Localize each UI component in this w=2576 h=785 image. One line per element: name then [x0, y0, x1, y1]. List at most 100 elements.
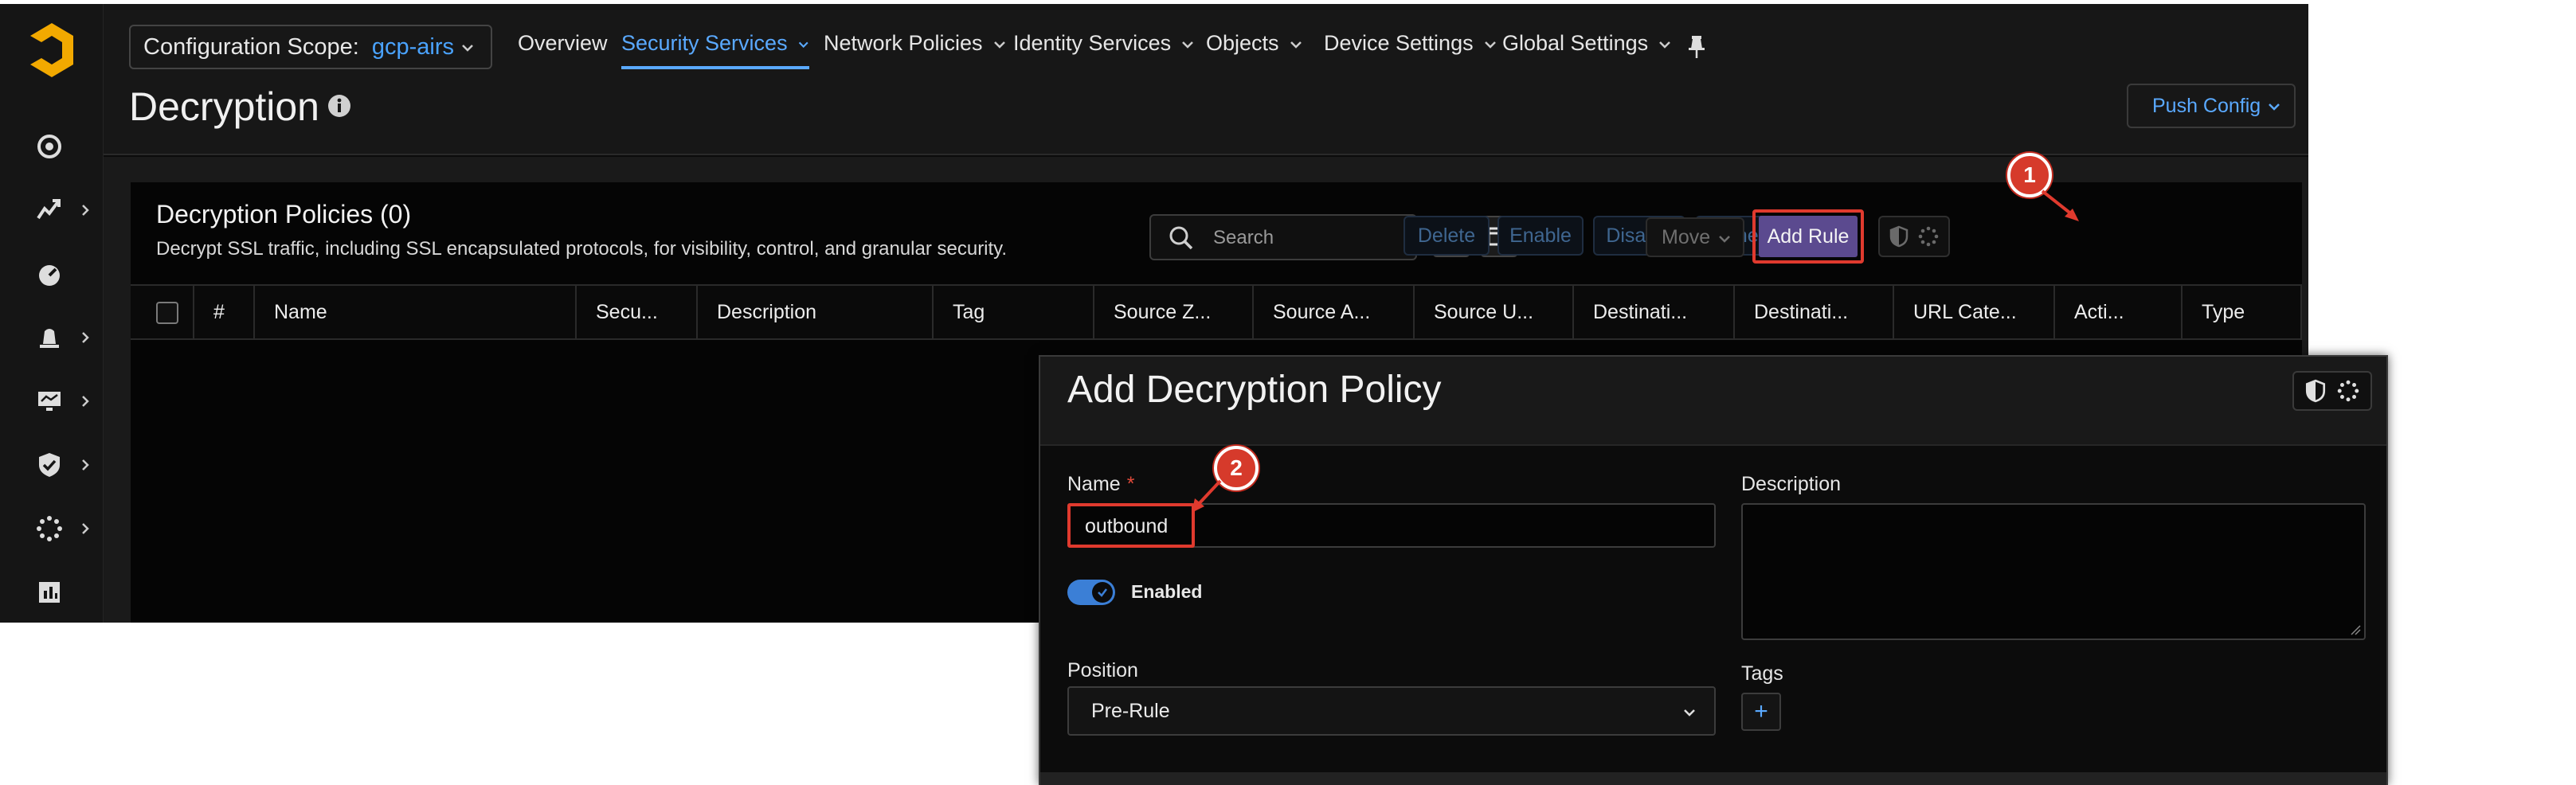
push-config-button[interactable]: Push Config [2127, 84, 2296, 128]
sidebar-item-monitor[interactable] [0, 378, 104, 424]
chevron-down-icon [1484, 41, 1496, 49]
scope-value: gcp-airs [371, 33, 454, 60]
table-header-cell[interactable]: Tag [934, 286, 1094, 338]
table-header-cell[interactable]: Name [255, 286, 577, 338]
nav-objects-label: Objects [1206, 31, 1279, 55]
delete-button[interactable]: Delete [1403, 216, 1490, 256]
sidebar-item-dashboards[interactable] [0, 251, 104, 297]
add-tag-button[interactable]: + [1741, 693, 1781, 731]
shield-half-icon [1889, 225, 1909, 248]
table-header-cell[interactable]: Description [698, 286, 934, 338]
move-button[interactable]: Move [1646, 217, 1744, 257]
chevron-down-icon [1719, 236, 1730, 243]
chevron-down-icon [993, 41, 1005, 49]
page-title: Decryption [129, 84, 319, 129]
info-icon[interactable] [327, 93, 352, 119]
top-bar: Configuration Scope: gcp-airs Overview S… [104, 4, 2308, 155]
chevron-right-icon [82, 332, 89, 343]
enabled-label: Enabled [1131, 581, 1203, 602]
table-header-cell[interactable]: Secu... [577, 286, 698, 338]
position-select[interactable]: Pre-Rule [1067, 686, 1716, 736]
sidebar [0, 4, 104, 623]
resize-grip-icon[interactable] [2350, 624, 2361, 635]
chevron-right-icon [82, 459, 89, 471]
sidebar-item-manage[interactable] [0, 442, 104, 488]
table-header-cell[interactable]: Source A... [1254, 286, 1415, 338]
configuration-scope-select[interactable]: Configuration Scope: gcp-airs [129, 25, 492, 69]
table-header: # Name Secu... Description Tag Source Z... Sou… [131, 284, 2302, 340]
table-header-cell[interactable]: # [194, 286, 255, 338]
nav-identity-services-label: Identity Services [1013, 31, 1172, 55]
check-icon [1098, 588, 1107, 597]
nav-identity-services[interactable]: Identity Services [1013, 31, 1195, 69]
nav-global-settings-label: Global Settings [1502, 31, 1649, 55]
nav-security-services-label: Security Services [621, 31, 788, 55]
enabled-toggle[interactable] [1067, 580, 1115, 605]
dialog-header: Add Decryption Policy [1040, 357, 2386, 446]
toggle-knob [1092, 582, 1113, 603]
chevron-down-icon [1290, 41, 1302, 49]
nav-overview[interactable]: Overview [518, 31, 608, 69]
dialog-footer-edge [1040, 772, 2386, 785]
name-label: Name * [1067, 473, 1134, 496]
settings-dots-icon [37, 516, 62, 541]
nav-objects[interactable]: Objects [1206, 31, 1303, 69]
move-label: Move [1662, 225, 1711, 248]
annotation-arrow-1 [2041, 189, 2079, 221]
position-label: Position [1067, 659, 1138, 682]
sidebar-item-command-center[interactable] [0, 123, 104, 170]
monitor-icon [38, 392, 61, 411]
table-header-cell[interactable]: Acti... [2055, 286, 2183, 338]
panel-title: Decryption Policies (0) [156, 200, 412, 228]
nav-network-policies-label: Network Policies [824, 31, 983, 55]
loading-dots-icon [2337, 380, 2359, 402]
search-input[interactable] [1213, 224, 1404, 252]
dialog-title: Add Decryption Policy [1067, 369, 1442, 411]
add-rule-highlight [1752, 209, 1864, 264]
table-header-cell[interactable]: Destinati... [1574, 286, 1735, 338]
description-label: Description [1741, 473, 1842, 495]
table-header-cell[interactable]: Source U... [1415, 286, 1574, 338]
search-field[interactable] [1149, 214, 1417, 260]
chevron-down-icon [2269, 103, 2280, 111]
sidebar-item-activity[interactable] [0, 187, 104, 233]
shield-check-icon [39, 453, 60, 477]
panel-mode-toggle[interactable] [1878, 216, 1950, 257]
table-header-cell[interactable]: Type [2183, 286, 2302, 338]
screenshot-stage: Configuration Scope: gcp-airs Overview S… [0, 0, 2576, 785]
brand-logo-icon[interactable] [27, 21, 76, 79]
chevron-right-icon [82, 396, 89, 407]
nav-global-settings[interactable]: Global Settings [1502, 31, 1672, 69]
chevron-right-icon [82, 205, 89, 216]
name-label-text: Name [1067, 473, 1121, 495]
description-textarea[interactable] [1741, 503, 2366, 640]
alert-icon [40, 329, 59, 348]
chevron-down-icon [798, 41, 808, 49]
chevron-right-icon [82, 523, 89, 534]
annotation-arrow-2 [1192, 479, 1222, 513]
add-decryption-policy-dialog: Add Decryption Policy Name* Enabled Positio… [1039, 355, 2388, 785]
table-header-cell[interactable]: Source Z... [1094, 286, 1254, 338]
pin-icon[interactable] [1685, 34, 1708, 60]
sidebar-item-reports[interactable] [0, 569, 104, 615]
nav-device-settings[interactable]: Device Settings [1324, 31, 1497, 69]
table-header-cell[interactable]: Destinati... [1735, 286, 1894, 338]
chevron-down-icon [1182, 41, 1193, 49]
tags-label: Tags [1741, 662, 1783, 685]
position-value: Pre-Rule [1091, 699, 1170, 722]
dialog-mode-toggle[interactable] [2292, 371, 2372, 411]
loading-dots-icon [1918, 226, 1939, 247]
sidebar-item-settings[interactable] [0, 506, 104, 552]
nav-overview-label: Overview [518, 31, 608, 55]
target-icon [37, 135, 61, 158]
nav-security-services[interactable]: Security Services [621, 31, 809, 69]
name-field-highlight [1067, 503, 1195, 548]
enable-button[interactable]: Enable [1497, 216, 1584, 256]
chevron-down-icon [1684, 709, 1695, 717]
select-all-checkbox[interactable] [156, 302, 178, 324]
sidebar-item-incidents[interactable] [0, 314, 104, 361]
activity-icon [37, 199, 61, 220]
panel-subtitle: Decrypt SSL traffic, including SSL encap… [156, 238, 1008, 260]
nav-network-policies[interactable]: Network Policies [824, 31, 1007, 69]
table-header-cell[interactable]: URL Cate... [1894, 286, 2055, 338]
